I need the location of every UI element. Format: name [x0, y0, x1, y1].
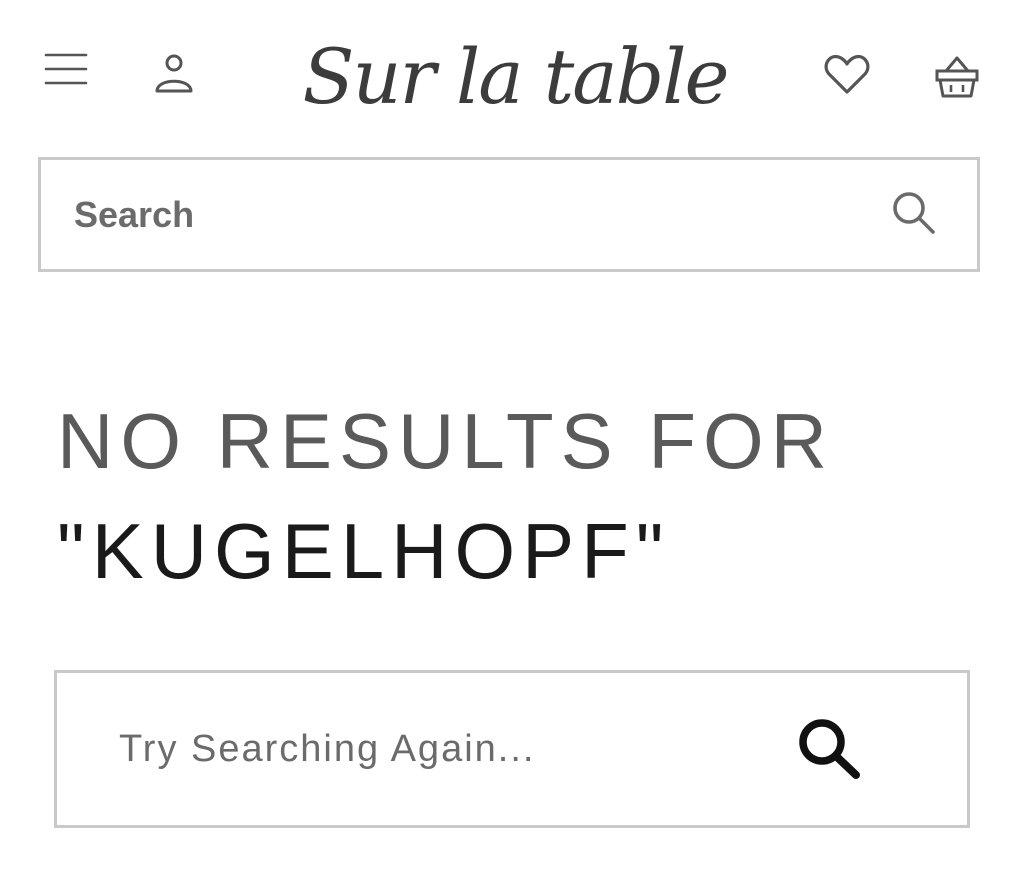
account-button[interactable]	[146, 44, 202, 104]
brand-logo[interactable]: Sur la table	[300, 22, 730, 130]
no-results-label: NO RESULTS FOR	[57, 397, 834, 485]
retry-search-input[interactable]	[57, 673, 779, 825]
search-input[interactable]	[41, 160, 869, 269]
header-search-bar	[38, 157, 980, 272]
retry-search-button[interactable]	[779, 673, 879, 825]
search-button[interactable]	[869, 160, 959, 269]
site-header: Sur la table	[0, 0, 1024, 140]
search-query-text: "KUGELHOPF"	[57, 507, 671, 595]
search-icon	[794, 714, 864, 785]
shopping-basket-icon	[934, 55, 980, 102]
hamburger-menu-icon	[43, 51, 89, 90]
user-account-icon	[152, 50, 196, 99]
cart-button[interactable]	[928, 50, 986, 106]
wishlist-button[interactable]	[818, 46, 876, 104]
menu-button[interactable]	[40, 44, 92, 96]
page: Sur la table Search NO RESULTS FOR "KUGE…	[0, 0, 1024, 871]
heart-icon	[823, 52, 871, 99]
no-results-heading: NO RESULTS FOR "KUGELHOPF"	[57, 386, 997, 606]
retry-search-bar	[54, 670, 970, 828]
logo-text: Sur la table	[302, 31, 729, 121]
search-icon	[890, 189, 938, 240]
